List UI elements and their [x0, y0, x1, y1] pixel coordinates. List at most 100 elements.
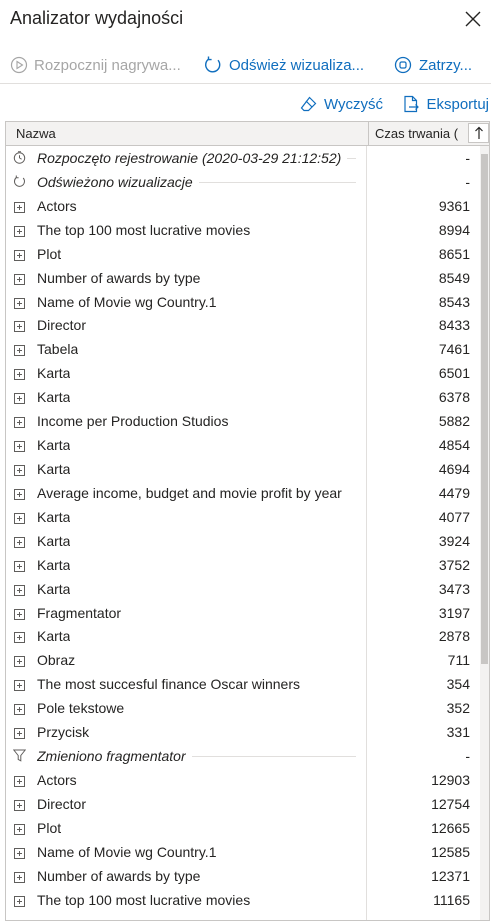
stop-circle-icon — [394, 56, 412, 74]
scrollbar-thumb[interactable] — [481, 154, 488, 664]
expand-icon[interactable] — [14, 583, 25, 596]
expand-icon[interactable] — [14, 463, 25, 476]
row-duration: 12585 — [431, 843, 470, 860]
table-row[interactable]: Plot 8651 — [6, 242, 489, 266]
table-row[interactable]: Plot 12665 — [6, 816, 489, 840]
expand-icon[interactable] — [14, 248, 25, 261]
refresh-visuals-button[interactable]: Odśwież wizualiza... — [203, 52, 364, 78]
start-recording-label: Rozpocznij nagrywa... — [34, 56, 181, 74]
table-row[interactable]: The most succesful finance Oscar winners… — [6, 672, 489, 696]
table-row[interactable]: Number of awards by type 8549 — [6, 266, 489, 290]
expand-icon[interactable] — [14, 894, 25, 907]
expand-icon[interactable] — [14, 846, 25, 859]
start-recording-button[interactable]: Rozpocznij nagrywa... — [10, 52, 181, 78]
table-row[interactable]: Karta 4854 — [6, 433, 489, 457]
expand-icon[interactable] — [14, 559, 25, 572]
expand-icon[interactable] — [14, 487, 25, 500]
expand-icon[interactable] — [14, 535, 25, 548]
expand-icon[interactable] — [14, 391, 25, 405]
expand-icon[interactable] — [14, 798, 25, 811]
export-label: Eksportuj — [426, 95, 489, 113]
event-row[interactable]: Rozpoczęto rejestrowanie (2020-03-29 21:… — [6, 146, 489, 170]
row-name: The top 100 most lucrative movies — [37, 891, 251, 908]
table-row[interactable]: Average income, budget and movie profit … — [6, 481, 489, 505]
expand-icon[interactable] — [14, 678, 25, 692]
row-name: The top 100 most lucrative movies — [37, 221, 251, 238]
table-row[interactable]: Number of awards by type 12371 — [6, 864, 489, 888]
table-row[interactable]: Actors 9361 — [6, 194, 489, 218]
table-row[interactable]: Director 12754 — [6, 792, 489, 816]
stop-label: Zatrzy... — [419, 56, 473, 74]
expand-icon[interactable] — [14, 607, 25, 620]
table-row[interactable]: Income per Production Studios 5882 — [6, 409, 489, 433]
column-header-name[interactable]: Nazwa — [16, 126, 56, 141]
table-row[interactable]: Karta 2878 — [6, 624, 489, 648]
table-row[interactable]: The top 100 most lucrative movies 8994 — [6, 218, 489, 242]
close-icon[interactable] — [463, 9, 483, 29]
expand-icon[interactable] — [14, 200, 25, 213]
expand-icon[interactable] — [14, 774, 25, 787]
table-row[interactable]: Director 8433 — [6, 313, 489, 337]
row-duration: 12903 — [431, 771, 470, 788]
expand-icon[interactable] — [14, 511, 25, 524]
row-name: Plot — [37, 245, 62, 262]
table-row[interactable]: Name of Movie wg Country.1 12585 — [6, 840, 489, 864]
expand-icon[interactable] — [14, 630, 25, 644]
expand-icon[interactable] — [14, 415, 25, 429]
table-row[interactable]: Obraz 711 — [6, 648, 489, 672]
event-row[interactable]: Zmieniono fragmentator - — [6, 744, 489, 768]
toolbar-divider — [0, 83, 491, 84]
table-row[interactable]: Przycisk 331 — [6, 720, 489, 744]
table-row[interactable]: Karta 6501 — [6, 361, 489, 385]
table-row[interactable]: Tabela 7461 — [6, 337, 489, 361]
table-row[interactable]: Name of Movie wg Country.1 8543 — [6, 290, 489, 314]
row-name: Fragmentator — [37, 604, 122, 621]
expand-icon[interactable] — [14, 224, 25, 237]
expand-icon[interactable] — [14, 726, 25, 740]
row-name: Karta — [37, 508, 71, 525]
table-row[interactable]: Karta 4694 — [6, 457, 489, 481]
table-row[interactable]: Karta 3473 — [6, 577, 489, 601]
table-row[interactable]: Karta 4077 — [6, 505, 489, 529]
expand-icon[interactable] — [14, 296, 25, 309]
sort-button[interactable] — [468, 123, 489, 143]
expand-icon[interactable] — [14, 702, 25, 716]
vertical-scrollbar[interactable] — [480, 146, 489, 920]
row-name: Karta — [37, 460, 71, 477]
table-row[interactable]: Actors 12903 — [6, 768, 489, 792]
expand-icon[interactable] — [14, 343, 25, 357]
export-button[interactable]: Eksportuj — [402, 91, 489, 117]
row-name: Actors — [37, 771, 77, 788]
expand-icon[interactable] — [14, 272, 25, 285]
expand-icon[interactable] — [14, 654, 25, 668]
row-duration: 3197 — [438, 604, 470, 621]
stop-button[interactable]: Zatrzy... — [393, 52, 472, 78]
row-name: Obraz — [37, 652, 76, 669]
row-duration: 3752 — [438, 556, 470, 573]
recording-toolbar: Rozpocznij nagrywa... Odśwież wizualiza.… — [0, 52, 491, 80]
table-row[interactable]: Pole tekstowe 352 — [6, 696, 489, 720]
row-duration: 5882 — [438, 413, 470, 430]
refresh-icon — [205, 56, 221, 73]
clear-button[interactable]: Wyczyść — [300, 91, 383, 117]
play-circle-icon — [10, 56, 28, 74]
column-header-duration[interactable]: Czas trwania ( — [368, 122, 489, 145]
expand-icon[interactable] — [14, 367, 25, 381]
table-row[interactable]: The top 100 most lucrative movies 11165 — [6, 888, 489, 912]
table-row[interactable]: Karta 3924 — [6, 529, 489, 553]
table-row[interactable]: Karta 6378 — [6, 385, 489, 409]
expand-icon[interactable] — [14, 319, 25, 333]
row-duration: 4694 — [438, 460, 470, 477]
table-row[interactable]: Karta 3752 — [6, 553, 489, 577]
row-duration: 12665 — [431, 819, 470, 836]
row-duration: - — [465, 150, 470, 166]
event-row[interactable]: Odświeżono wizualizacje - — [6, 170, 489, 194]
table-row[interactable]: Fragmentator 3197 — [6, 601, 489, 625]
row-duration: 4077 — [438, 508, 470, 525]
row-name: Karta — [37, 365, 71, 382]
expand-icon[interactable] — [14, 439, 25, 453]
row-name: Income per Production Studios — [37, 413, 229, 430]
expand-icon[interactable] — [14, 870, 25, 883]
expand-icon[interactable] — [14, 822, 25, 835]
arrow-up-icon — [474, 126, 483, 139]
